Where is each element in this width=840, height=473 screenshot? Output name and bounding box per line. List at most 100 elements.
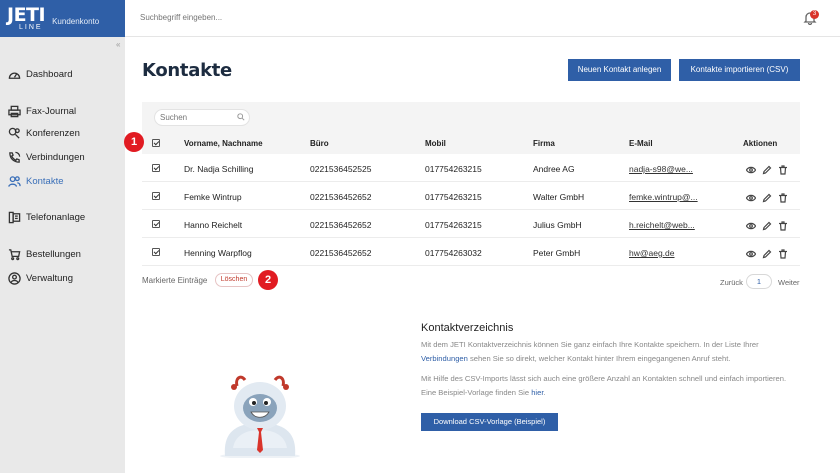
cell-name: Hanno Reichelt xyxy=(184,220,243,230)
sidebar-item-label: Telefonanlage xyxy=(26,212,86,223)
pagination-prev[interactable]: Zurück xyxy=(720,278,743,287)
cell-mobil: 017754263215 xyxy=(425,192,482,202)
row-checkbox[interactable] xyxy=(152,248,160,256)
cell-mobil: 017754263215 xyxy=(425,164,482,174)
sidebar-item-label: Verbindungen xyxy=(26,152,85,163)
table-row[interactable]: Henning Warpflog 0221536452652 017754263… xyxy=(142,238,800,266)
collapse-sidebar-icon[interactable]: « xyxy=(116,40,120,49)
cart-icon xyxy=(8,249,21,261)
info-text: Mit Hilfe des CSV-Imports lässt sich auc… xyxy=(421,374,787,383)
verbindungen-link[interactable]: Verbindungen xyxy=(421,354,468,363)
import-csv-button[interactable]: Kontakte importieren (CSV) xyxy=(679,59,800,81)
sidebar-item-fax-journal[interactable]: Fax-Journal xyxy=(8,105,76,118)
template-here-link[interactable]: hier xyxy=(531,388,543,397)
top-bar: 3 xyxy=(125,0,840,37)
contacts-icon xyxy=(8,176,21,187)
row-checkbox[interactable] xyxy=(152,220,160,228)
row-checkbox[interactable] xyxy=(152,164,160,172)
sidebar-item-dashboard[interactable]: Dashboard xyxy=(8,68,72,81)
table-row[interactable]: Hanno Reichelt 0221536452652 01775426321… xyxy=(142,210,800,238)
delete-icon[interactable] xyxy=(778,190,788,203)
edit-icon[interactable] xyxy=(762,246,772,259)
column-header-buero[interactable]: Büro xyxy=(310,139,329,148)
contacts-table: Vorname, Nachname Büro Mobil Firma E-Mai… xyxy=(142,102,800,298)
column-header-firma[interactable]: Firma xyxy=(533,139,555,148)
user-circle-icon xyxy=(8,272,21,285)
view-icon[interactable] xyxy=(745,162,757,174)
delete-icon[interactable] xyxy=(778,246,788,259)
table-toolbar xyxy=(142,102,800,132)
info-text: . xyxy=(543,388,546,397)
edit-icon[interactable] xyxy=(762,218,772,231)
sidebar-item-label: Dashboard xyxy=(26,69,73,80)
delete-icon[interactable] xyxy=(778,218,788,231)
printer-icon xyxy=(8,105,21,118)
sidebar-item-label: Bestellungen xyxy=(26,249,81,260)
info-text: Eine Beispiel-Vorlage finden Sie xyxy=(421,388,532,397)
phone-icon xyxy=(9,151,21,163)
column-header-mobil[interactable]: Mobil xyxy=(425,139,446,148)
cell-buero: 0221536452652 xyxy=(310,192,372,202)
notification-badge: 3 xyxy=(810,10,819,19)
edit-icon[interactable] xyxy=(762,162,772,175)
row-checkbox[interactable] xyxy=(152,192,160,200)
delete-selected-button[interactable]: Löschen xyxy=(215,273,253,287)
logo-subtext: LINE xyxy=(19,24,43,31)
yeti-mascot-image xyxy=(220,375,300,458)
edit-icon[interactable] xyxy=(762,190,772,203)
brand-subtitle: Kundenkonto xyxy=(52,17,100,26)
marked-entries-label: Markierte Einträge xyxy=(142,276,208,285)
phone-system-icon xyxy=(8,211,21,224)
page-title: Kontakte xyxy=(142,60,232,81)
search-icon[interactable] xyxy=(237,113,245,121)
annotation-marker-1: 1 xyxy=(124,132,144,152)
logo-text: JETI xyxy=(7,4,46,26)
sidebar: JETI LINE Kundenkonto « Dashboard Fax-Jo… xyxy=(0,0,125,473)
sidebar-item-kontakte[interactable]: Kontakte xyxy=(8,175,64,188)
cell-email[interactable]: h.reichelt@web... xyxy=(629,220,695,230)
cell-name: Dr. Nadja Schilling xyxy=(184,164,254,174)
cell-mobil: 017754263215 xyxy=(425,220,482,230)
column-header-aktionen: Aktionen xyxy=(743,139,778,148)
info-paragraph-2: Mit Hilfe des CSV-Imports lässt sich auc… xyxy=(421,372,811,400)
conference-icon xyxy=(8,127,20,139)
new-contact-button[interactable]: Neuen Kontakt anlegen xyxy=(568,59,671,81)
view-icon[interactable] xyxy=(745,218,757,230)
cell-email[interactable]: nadja-s98@we... xyxy=(629,164,693,174)
sidebar-item-verwaltung[interactable]: Verwaltung xyxy=(8,272,73,285)
table-header: Vorname, Nachname Büro Mobil Firma E-Mai… xyxy=(142,132,800,154)
dashboard-icon xyxy=(8,72,21,79)
pagination-current-page[interactable]: 1 xyxy=(746,274,772,289)
cell-firma: Walter GmbH xyxy=(533,192,585,202)
global-search-input[interactable] xyxy=(140,13,340,22)
sidebar-item-konferenzen[interactable]: Konferenzen xyxy=(8,127,80,140)
cell-buero: 0221536452652 xyxy=(310,220,372,230)
pagination-next[interactable]: Weiter xyxy=(778,278,800,287)
sidebar-item-telefonanlage[interactable]: Telefonanlage xyxy=(8,211,85,224)
cell-buero: 0221536452652 xyxy=(310,248,372,258)
delete-icon[interactable] xyxy=(778,162,788,175)
annotation-marker-2: 2 xyxy=(258,270,278,290)
sidebar-item-verbindungen[interactable]: Verbindungen xyxy=(8,151,85,164)
table-search-input[interactable] xyxy=(154,109,250,126)
cell-email[interactable]: femke.wintrup@... xyxy=(629,192,698,202)
cell-name: Henning Warpflog xyxy=(184,248,252,258)
sidebar-item-label: Fax-Journal xyxy=(26,106,77,117)
info-title: Kontaktverzeichnis xyxy=(421,322,514,334)
download-csv-template-button[interactable]: Download CSV-Vorlage (Beispiel) xyxy=(421,413,558,431)
cell-email[interactable]: hw@aeg.de xyxy=(629,248,675,258)
cell-name: Femke Wintrup xyxy=(184,192,242,202)
column-header-name[interactable]: Vorname, Nachname xyxy=(184,139,263,148)
info-paragraph-1: Mit dem JETI Kontaktverzeichnis können S… xyxy=(421,338,811,366)
view-icon[interactable] xyxy=(745,190,757,202)
brand-header[interactable]: JETI LINE Kundenkonto xyxy=(0,0,125,37)
table-row[interactable]: Dr. Nadja Schilling 0221536452525 017754… xyxy=(142,154,800,182)
table-row[interactable]: Femke Wintrup 0221536452652 017754263215… xyxy=(142,182,800,210)
select-all-checkbox[interactable] xyxy=(152,139,160,147)
view-icon[interactable] xyxy=(745,246,757,258)
sidebar-item-label: Konferenzen xyxy=(26,128,80,139)
column-header-email[interactable]: E-Mail xyxy=(629,139,653,148)
info-text: sehen Sie so direkt, welcher Kontakt hin… xyxy=(467,354,731,363)
cell-buero: 0221536452525 xyxy=(310,164,372,174)
sidebar-item-bestellungen[interactable]: Bestellungen xyxy=(8,248,81,261)
